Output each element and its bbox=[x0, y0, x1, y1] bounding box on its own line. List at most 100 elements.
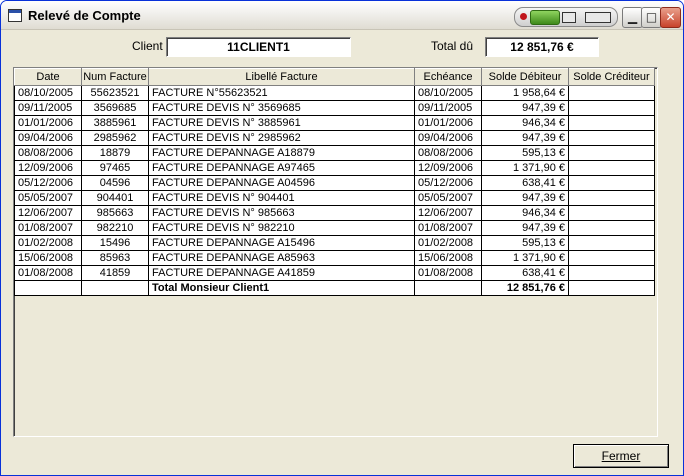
table-cell: FACTURE DEVIS N° 3885961 bbox=[148, 115, 415, 131]
green-app-icon[interactable] bbox=[530, 10, 560, 25]
table-cell: FACTURE DEVIS N° 982210 bbox=[148, 220, 415, 236]
table-cell: 638,41 € bbox=[481, 175, 569, 191]
column-header[interactable]: Solde Créditeur bbox=[568, 68, 655, 86]
table-cell: FACTURE DEVIS N° 2985962 bbox=[148, 130, 415, 146]
table-row[interactable]: 01/08/2008 41859 FACTURE DEPANNAGE A41859 0… bbox=[14, 265, 655, 281]
minimize-icon: ▁ bbox=[627, 10, 638, 24]
table-row[interactable]: 01/08/2007 982210 FACTURE DEVIS N° 982210 0… bbox=[14, 220, 655, 236]
total-cell bbox=[81, 280, 149, 296]
table-cell bbox=[568, 85, 655, 101]
table-cell: 85963 bbox=[81, 250, 149, 266]
table-row[interactable]: 01/02/2008 15496 FACTURE DEPANNAGE A15496 0… bbox=[14, 235, 655, 251]
close-icon: ✕ bbox=[665, 10, 676, 24]
fermer-button[interactable]: Fermer bbox=[573, 444, 669, 468]
statement-grid[interactable]: Date Num Facture Libellé Facture Echéance So… bbox=[13, 67, 658, 437]
table-cell: 947,39 € bbox=[481, 220, 569, 236]
table-cell: 09/11/2005 bbox=[414, 100, 482, 116]
column-header[interactable]: Num Facture bbox=[81, 68, 149, 86]
table-cell: 09/04/2006 bbox=[14, 130, 82, 146]
table-cell: 05/12/2006 bbox=[414, 175, 482, 191]
table-cell bbox=[568, 190, 655, 206]
column-header[interactable]: Echéance bbox=[414, 68, 482, 86]
table-cell: 15496 bbox=[81, 235, 149, 251]
window-icon bbox=[8, 9, 22, 22]
table-cell bbox=[568, 220, 655, 236]
client-label: Client bbox=[132, 39, 163, 53]
maximize-button[interactable]: □ bbox=[641, 7, 662, 28]
table-cell bbox=[568, 145, 655, 161]
table-cell: FACTURE DEPANNAGE A04596 bbox=[148, 175, 415, 191]
table-row[interactable]: 05/12/2006 04596 FACTURE DEPANNAGE A04596 0… bbox=[14, 175, 655, 191]
table-cell: FACTURE N°55623521 bbox=[148, 85, 415, 101]
dock-icon[interactable] bbox=[562, 12, 576, 23]
total-cell: 12 851,76 € bbox=[481, 280, 569, 296]
table-row[interactable]: 08/08/2006 18879 FACTURE DEPANNAGE A18879 0… bbox=[14, 145, 655, 161]
total-cell bbox=[568, 280, 655, 296]
table-cell: 2985962 bbox=[81, 130, 149, 146]
table-cell: 1 371,90 € bbox=[481, 250, 569, 266]
statement-table: Date Num Facture Libellé Facture Echéance So… bbox=[14, 68, 655, 296]
table-cell: 01/08/2007 bbox=[414, 220, 482, 236]
table-cell: 01/01/2006 bbox=[14, 115, 82, 131]
table-cell: 947,39 € bbox=[481, 130, 569, 146]
table-cell: 3885961 bbox=[81, 115, 149, 131]
column-header[interactable]: Solde Débiteur bbox=[481, 68, 569, 86]
table-cell: 05/12/2006 bbox=[14, 175, 82, 191]
close-window-button[interactable]: ✕ bbox=[660, 7, 681, 28]
table-cell: 01/01/2006 bbox=[414, 115, 482, 131]
table-cell: 41859 bbox=[81, 265, 149, 281]
table-row[interactable]: 01/01/2006 3885961 FACTURE DEVIS N° 388596… bbox=[14, 115, 655, 131]
window-title: Relevé de Compte bbox=[28, 8, 141, 23]
table-cell bbox=[568, 160, 655, 176]
table-cell: FACTURE DEVIS N° 904401 bbox=[148, 190, 415, 206]
table-cell: 15/06/2008 bbox=[414, 250, 482, 266]
table-cell: 55623521 bbox=[81, 85, 149, 101]
table-cell: 01/02/2008 bbox=[14, 235, 82, 251]
table-cell: 946,34 € bbox=[481, 205, 569, 221]
table-cell: FACTURE DEPANNAGE A41859 bbox=[148, 265, 415, 281]
table-cell bbox=[568, 205, 655, 221]
table-row[interactable]: 09/04/2006 2985962 FACTURE DEVIS N° 298596… bbox=[14, 130, 655, 146]
releve-window: Relevé de Compte ▁ □ ✕ Client 11CLIENT1 … bbox=[0, 0, 684, 476]
table-cell: 01/08/2008 bbox=[14, 265, 82, 281]
table-cell: 08/10/2005 bbox=[414, 85, 482, 101]
table-cell: 01/08/2008 bbox=[414, 265, 482, 281]
total-label: Total dû bbox=[431, 39, 474, 53]
table-cell: 946,34 € bbox=[481, 115, 569, 131]
table-row[interactable]: 15/06/2008 85963 FACTURE DEPANNAGE A85963 1… bbox=[14, 250, 655, 266]
table-cell: 12/09/2006 bbox=[14, 160, 82, 176]
minimize-button[interactable]: ▁ bbox=[622, 7, 643, 28]
table-cell: 1 371,90 € bbox=[481, 160, 569, 176]
table-row[interactable]: 12/09/2006 97465 FACTURE DEPANNAGE A97465 1… bbox=[14, 160, 655, 176]
table-cell: 982210 bbox=[81, 220, 149, 236]
table-row[interactable]: 05/05/2007 904401 FACTURE DEVIS N° 904401 0… bbox=[14, 190, 655, 206]
table-cell: 12/09/2006 bbox=[414, 160, 482, 176]
table-cell: 12/06/2007 bbox=[414, 205, 482, 221]
table-cell: 18879 bbox=[81, 145, 149, 161]
resize-icon[interactable] bbox=[585, 12, 611, 23]
table-cell: 12/06/2007 bbox=[14, 205, 82, 221]
table-cell bbox=[568, 130, 655, 146]
record-icon[interactable] bbox=[520, 13, 527, 20]
table-row[interactable]: 08/10/2005 55623521 FACTURE N°55623521 08/1… bbox=[14, 85, 655, 101]
table-cell: 08/08/2006 bbox=[414, 145, 482, 161]
column-header[interactable]: Libellé Facture bbox=[148, 68, 415, 86]
table-cell: 97465 bbox=[81, 160, 149, 176]
table-cell: 985663 bbox=[81, 205, 149, 221]
table-cell: FACTURE DEVIS N° 985663 bbox=[148, 205, 415, 221]
table-cell bbox=[568, 235, 655, 251]
table-header: Date Num Facture Libellé Facture Echéance So… bbox=[14, 68, 655, 86]
table-body: 08/10/2005 55623521 FACTURE N°55623521 08/1… bbox=[14, 85, 655, 296]
maximize-icon: □ bbox=[645, 10, 658, 24]
table-cell: FACTURE DEPANNAGE A97465 bbox=[148, 160, 415, 176]
column-header[interactable]: Date bbox=[14, 68, 82, 86]
table-cell: 595,13 € bbox=[481, 145, 569, 161]
table-cell: 05/05/2007 bbox=[414, 190, 482, 206]
title-bar[interactable]: Relevé de Compte ▁ □ ✕ bbox=[1, 1, 683, 30]
table-cell: 09/04/2006 bbox=[414, 130, 482, 146]
table-cell: 15/06/2008 bbox=[14, 250, 82, 266]
table-cell: 01/08/2007 bbox=[14, 220, 82, 236]
table-cell bbox=[568, 100, 655, 116]
table-row[interactable]: 12/06/2007 985663 FACTURE DEVIS N° 985663 1… bbox=[14, 205, 655, 221]
table-row[interactable]: 09/11/2005 3569685 FACTURE DEVIS N° 356968… bbox=[14, 100, 655, 116]
